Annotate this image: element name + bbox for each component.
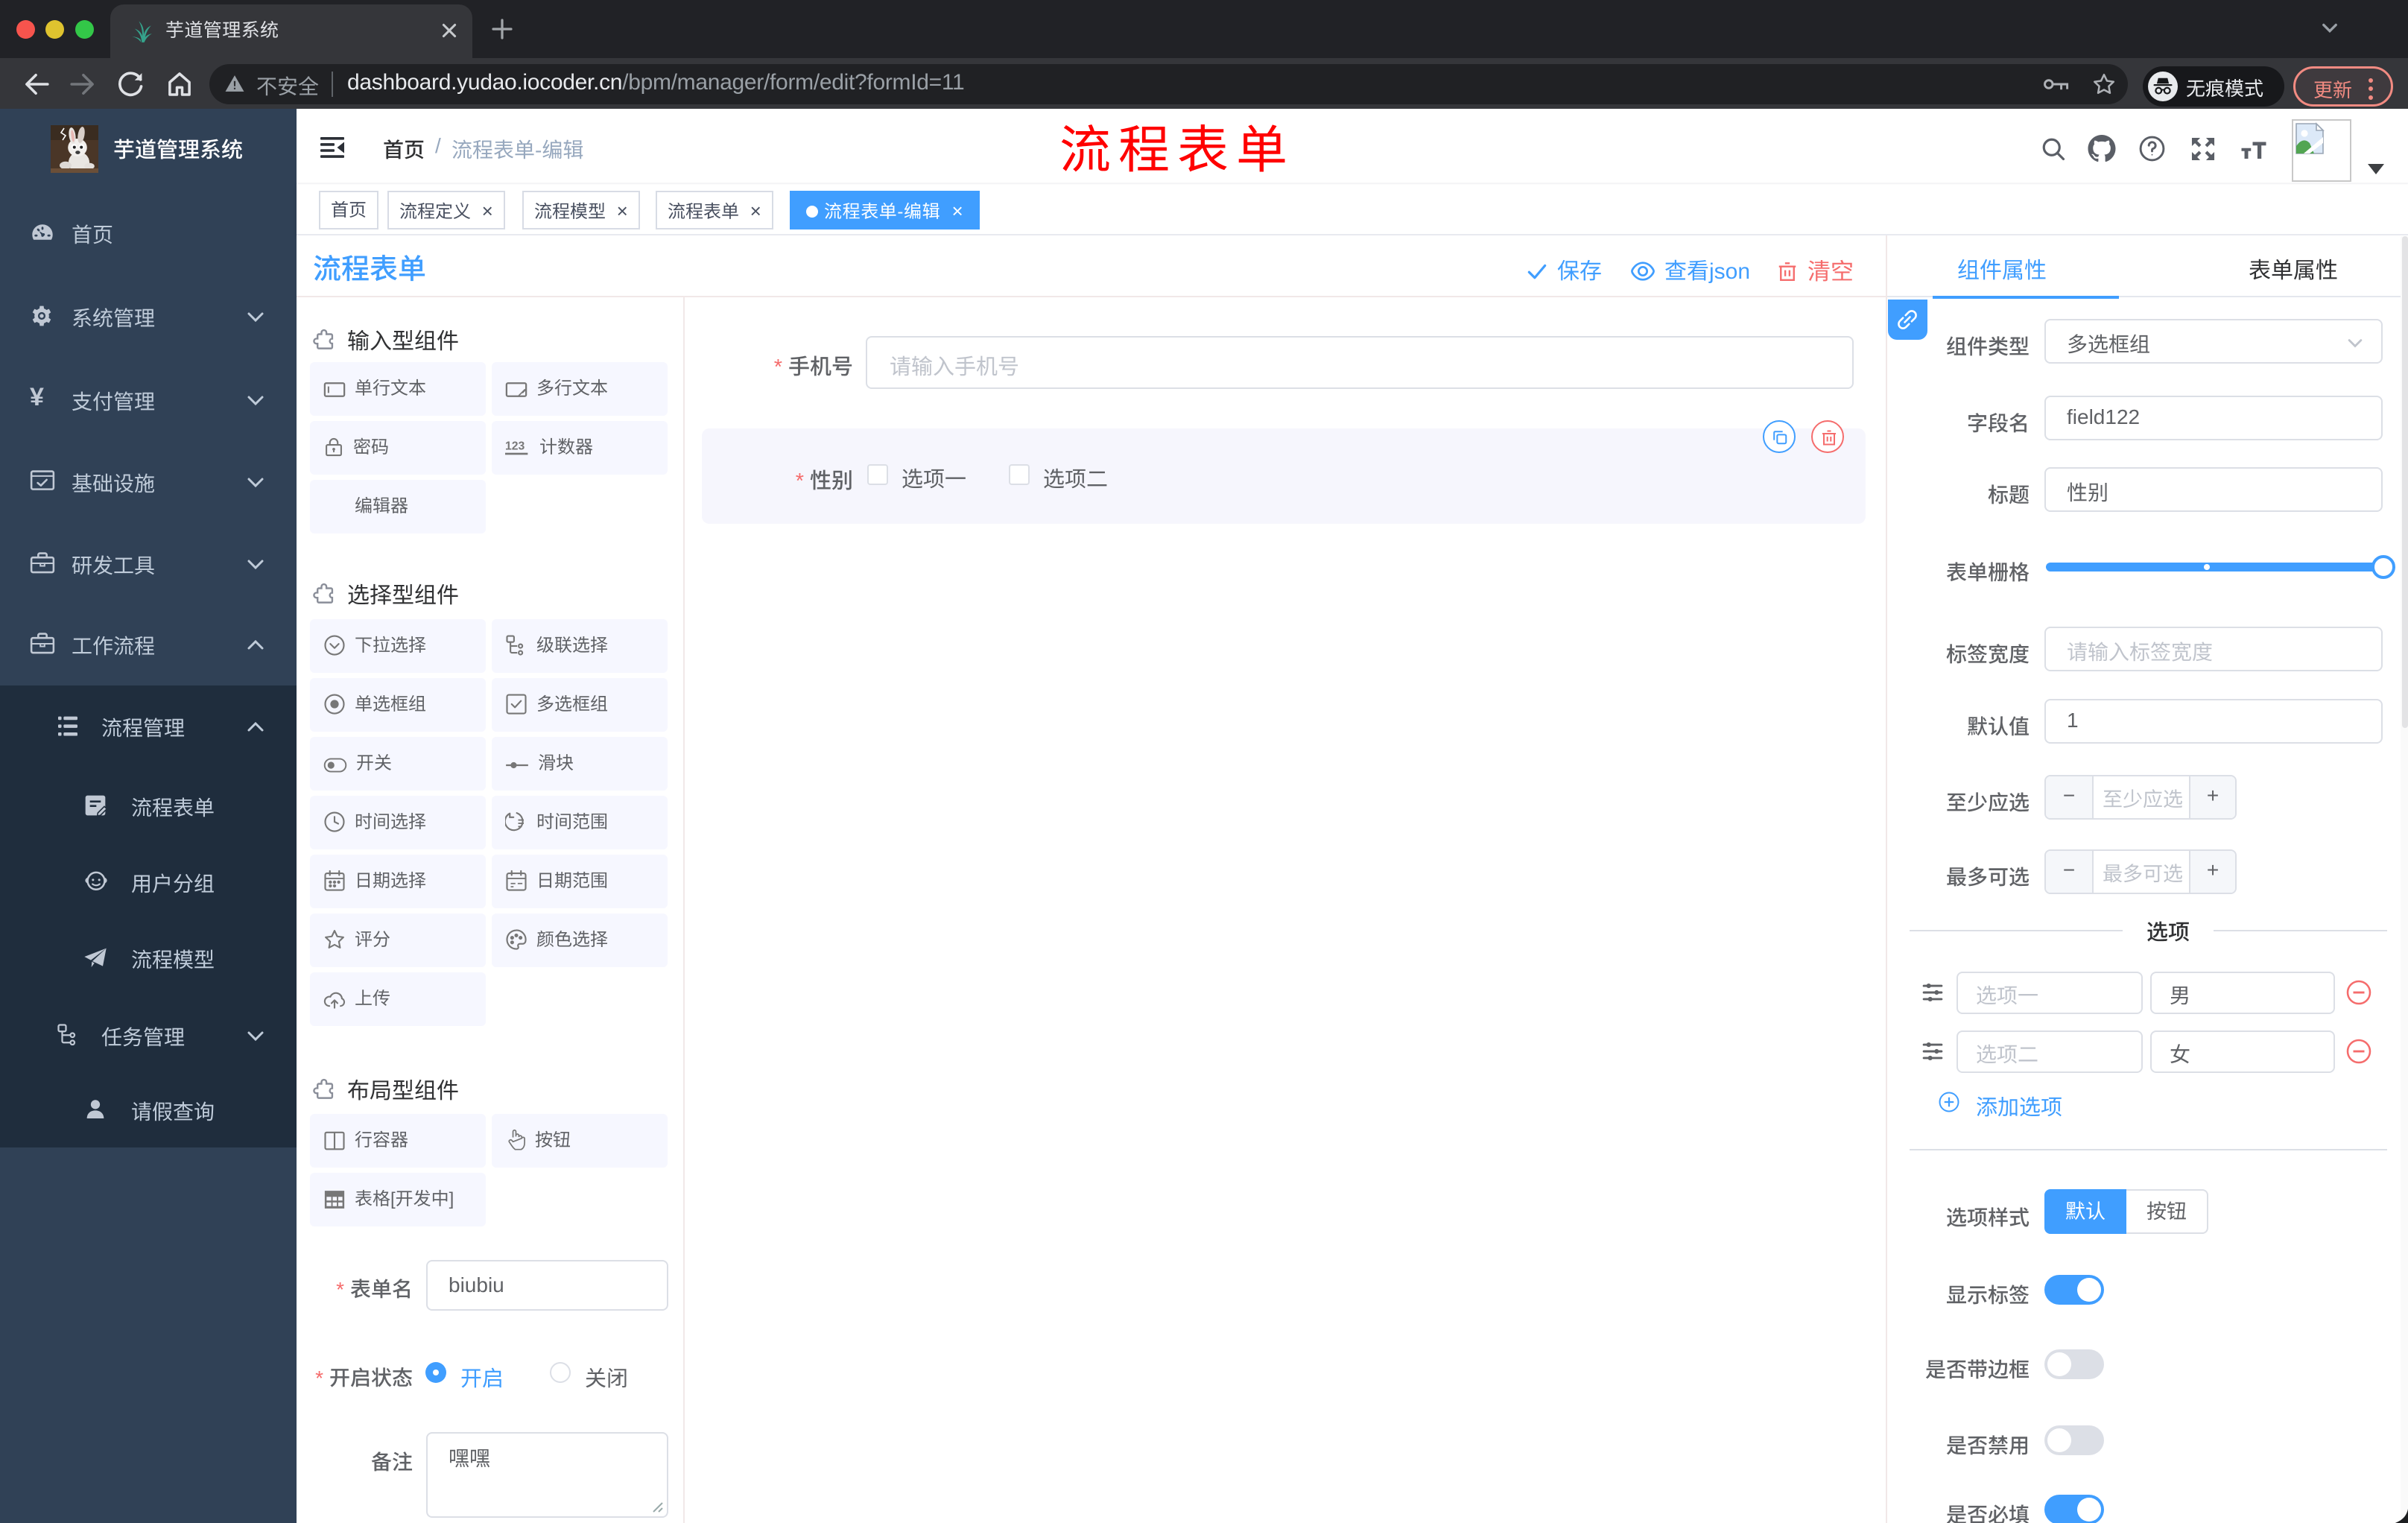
svg-text:123: 123 <box>505 440 525 452</box>
